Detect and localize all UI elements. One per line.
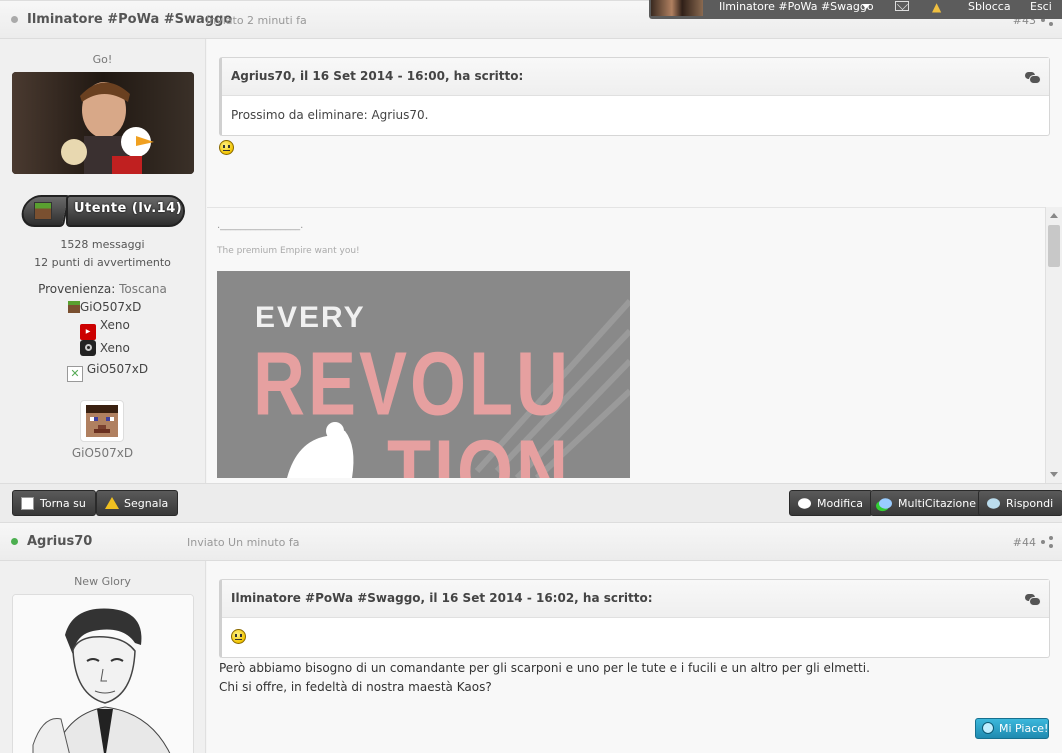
warning-points[interactable]: 12 punti di avvertimento bbox=[0, 256, 205, 269]
warning-icon bbox=[105, 497, 119, 509]
location: Provenienza: Toscana bbox=[0, 282, 205, 296]
post-time: Inviato Un minuto fa bbox=[187, 536, 300, 549]
author-sidebar: New Glory bbox=[0, 561, 206, 753]
signature-line: .________________. bbox=[217, 220, 304, 231]
location-label: Provenienza: bbox=[38, 282, 116, 296]
quote-block: Agrius70, il 16 Set 2014 - 16:00, ha scr… bbox=[219, 57, 1050, 136]
profile-label: GiO507xD bbox=[86, 362, 149, 376]
quote-block: Ilminatore #PoWa #Swaggo, il 16 Set 2014… bbox=[219, 579, 1050, 658]
logout-link[interactable]: Esci bbox=[1030, 0, 1052, 13]
location-value: Toscana bbox=[119, 282, 167, 296]
scroll-thumb[interactable] bbox=[1048, 225, 1060, 267]
offline-status-dot bbox=[11, 16, 18, 23]
rank-title: New Glory bbox=[74, 575, 131, 588]
post-content: Agrius70, il 16 Set 2014 - 16:00, ha scr… bbox=[207, 39, 1062, 483]
neutral-smiley-icon bbox=[231, 629, 246, 644]
quote-text bbox=[222, 618, 1049, 658]
avatar[interactable] bbox=[12, 594, 194, 753]
avatar[interactable] bbox=[12, 72, 194, 174]
group-label: Utente (lv.14) bbox=[74, 201, 183, 216]
post-header: Agrius70 Inviato Un minuto fa #44 bbox=[0, 523, 1062, 561]
post-footer: Torna su Segnala Modifica MultiCitazione… bbox=[0, 483, 1062, 522]
profile-minecraft[interactable]: GiO507xD bbox=[68, 300, 141, 314]
profile-label: Xeno bbox=[99, 318, 130, 332]
edit-bubble-icon bbox=[798, 498, 811, 509]
quote-text: Prossimo da eliminare: Agrius70. bbox=[231, 108, 429, 122]
profile-label: Xeno bbox=[99, 341, 130, 355]
post-number[interactable]: #44 bbox=[1013, 536, 1036, 549]
quote-citation[interactable]: Agrius70, il 16 Set 2014 - 16:00, ha scr… bbox=[231, 69, 523, 83]
user-bar: Ilminatore #PoWa #Swaggo ▲ Sblocca Esci bbox=[649, 0, 1062, 19]
chat-bubble-icon[interactable] bbox=[1025, 594, 1041, 606]
group-badge: Utente (lv.14) bbox=[18, 195, 185, 227]
like-button[interactable]: Mi Piace! bbox=[975, 718, 1049, 739]
chat-bubble-icon[interactable] bbox=[1025, 72, 1041, 84]
banner-word-1: EVERY bbox=[255, 301, 366, 334]
neutral-smiley-icon bbox=[219, 140, 234, 155]
scroll-up-arrow[interactable] bbox=[1050, 213, 1058, 218]
post-count: 1528 messaggi bbox=[60, 238, 145, 251]
unlock-link[interactable]: Sblocca bbox=[968, 0, 1011, 13]
post-body-line-2: Chi si offre, in fedeltà di nostra maest… bbox=[219, 680, 492, 694]
multiquote-button[interactable]: MultiCitazione bbox=[870, 490, 986, 516]
bell-icon[interactable]: ▲ bbox=[932, 0, 941, 14]
post-time: Inviato 2 minuti fa bbox=[206, 14, 307, 27]
profile-steam[interactable]: Xeno bbox=[80, 340, 130, 356]
mail-icon[interactable] bbox=[895, 1, 909, 11]
profile-youtube[interactable]: ▶ Xeno bbox=[80, 318, 130, 340]
xbox-icon: ✕ bbox=[67, 366, 83, 382]
banner-word-3: TION bbox=[387, 422, 571, 478]
report-button[interactable]: Segnala bbox=[96, 490, 179, 516]
quote-header: Ilminatore #PoWa #Swaggo, il 16 Set 2014… bbox=[222, 580, 1049, 618]
multiquote-icon bbox=[879, 498, 892, 509]
scroll-down-arrow[interactable] bbox=[1050, 472, 1058, 477]
share-icon[interactable] bbox=[1041, 536, 1053, 548]
steam-icon bbox=[80, 340, 96, 356]
post-body-line-1: Però abbiamo bisogno di un comandante pe… bbox=[219, 661, 870, 675]
post-44: Agrius70 Inviato Un minuto fa #44 New Gl… bbox=[0, 522, 1062, 753]
reply-button[interactable]: Rispondi bbox=[978, 490, 1062, 516]
skin-label: GiO507xD bbox=[71, 446, 134, 460]
signature-scrollbar[interactable] bbox=[1045, 207, 1062, 483]
user-menu[interactable]: Ilminatore #PoWa #Swaggo bbox=[719, 0, 874, 13]
signature-text: The premium Empire want you! bbox=[217, 246, 360, 256]
document-icon bbox=[21, 497, 34, 510]
rank-title: Go! bbox=[92, 53, 113, 66]
post-content: Ilminatore #PoWa #Swaggo, il 16 Set 2014… bbox=[207, 561, 1062, 753]
chevron-down-icon[interactable] bbox=[862, 4, 870, 9]
like-icon bbox=[982, 722, 994, 734]
post-43: Ilminatore #PoWa #Swaggo Inviato 2 minut… bbox=[0, 0, 1062, 522]
user-avatar-thumb[interactable] bbox=[651, 0, 703, 16]
post-author[interactable]: Ilminatore #PoWa #Swaggo bbox=[27, 12, 232, 27]
online-status-dot bbox=[11, 538, 18, 545]
post-author[interactable]: Agrius70 bbox=[27, 534, 92, 549]
reply-bubble-icon bbox=[987, 498, 1000, 509]
youtube-icon: ▶ bbox=[80, 324, 96, 340]
profile-label: GiO507xD bbox=[80, 300, 142, 314]
minecraft-icon bbox=[68, 301, 80, 313]
quote-header: Agrius70, il 16 Set 2014 - 16:00, ha scr… bbox=[222, 58, 1049, 96]
back-to-top-button[interactable]: Torna su bbox=[12, 490, 96, 516]
profile-xbox[interactable]: ✕ GiO507xD bbox=[67, 362, 148, 382]
signature: .________________. The premium Empire wa… bbox=[207, 207, 1062, 483]
grass-block-icon bbox=[34, 202, 52, 220]
edit-button[interactable]: Modifica bbox=[789, 490, 873, 516]
signature-banner: EVERY REVOLU TION bbox=[217, 271, 630, 478]
quote-citation[interactable]: Ilminatore #PoWa #Swaggo, il 16 Set 2014… bbox=[231, 591, 653, 605]
minecraft-skin-head[interactable] bbox=[80, 400, 124, 442]
author-sidebar: Go! Utente (lv.14) 1528 messaggi 12 punt… bbox=[0, 39, 206, 483]
